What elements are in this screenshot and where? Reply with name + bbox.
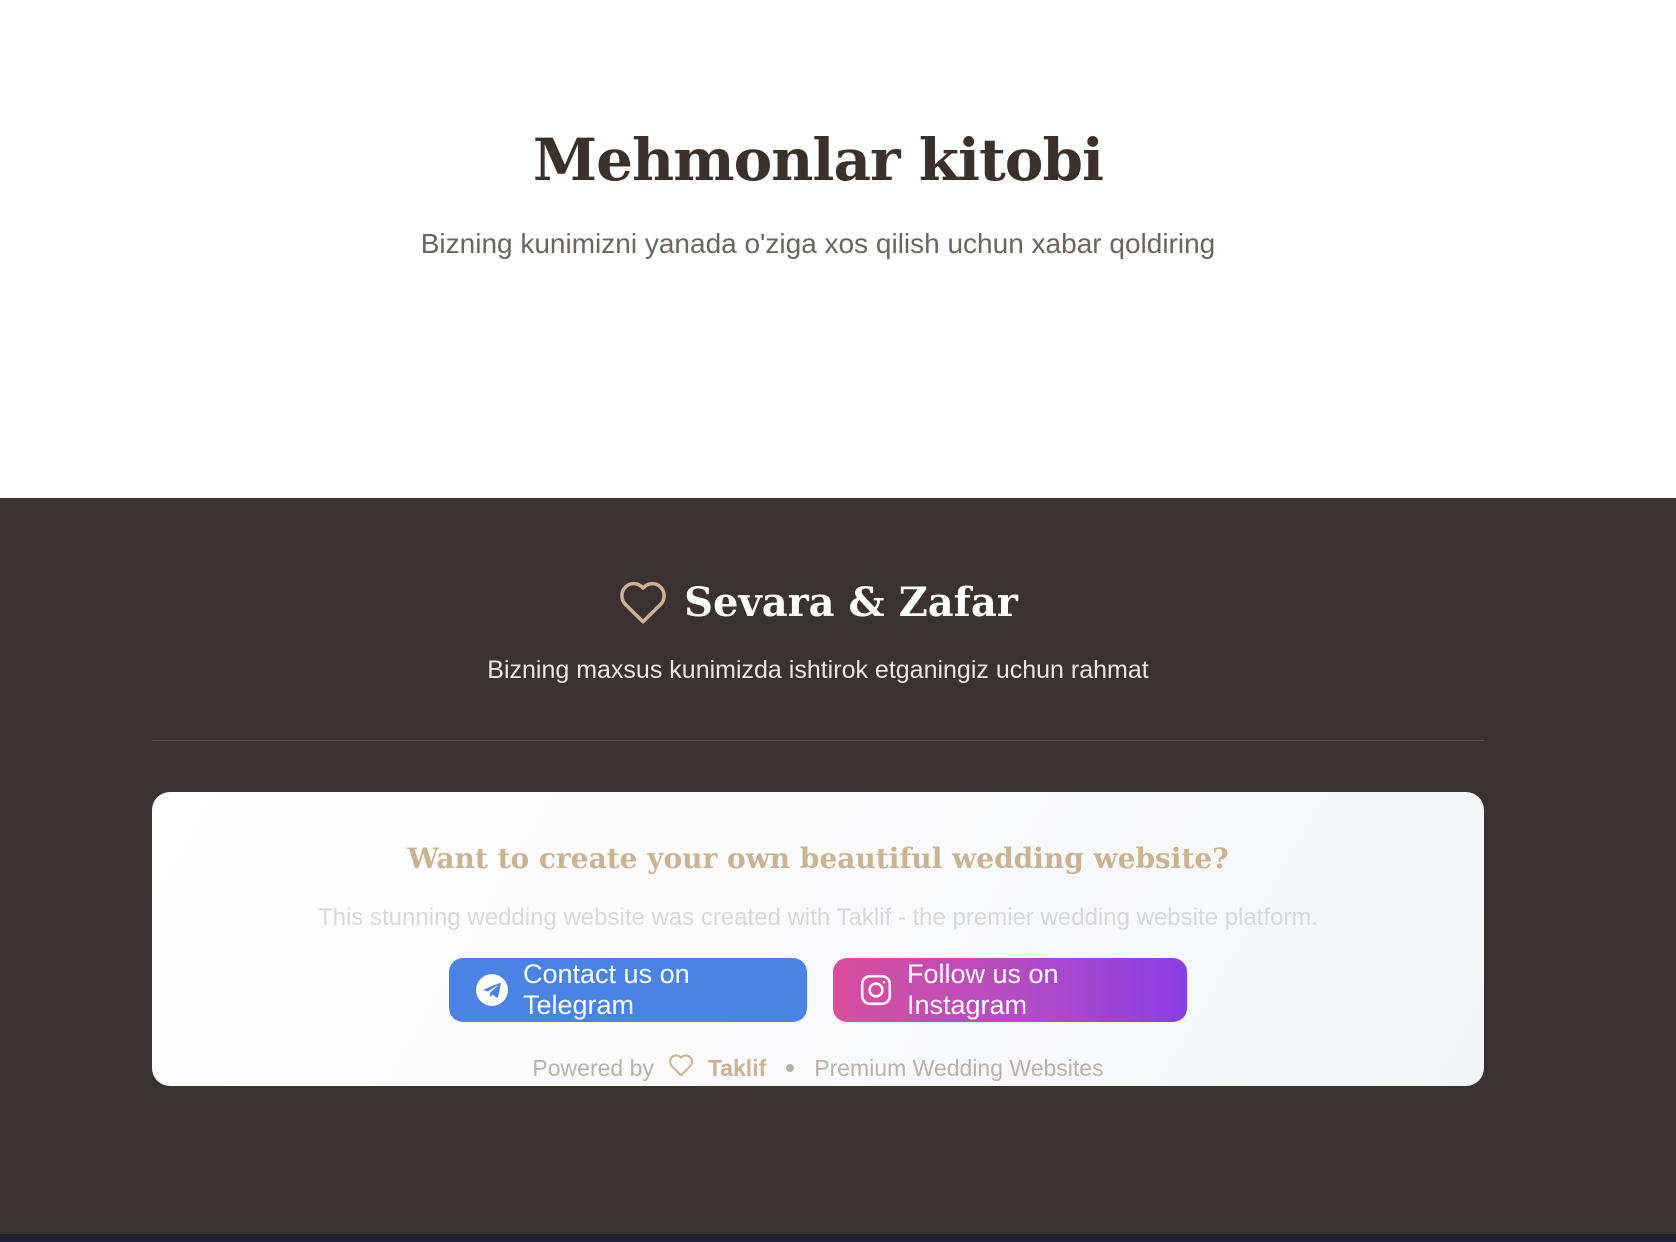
couple-header: Sevara & Zafar <box>0 574 1636 630</box>
promo-title: Want to create your own beautiful weddin… <box>407 842 1229 875</box>
powered-by-line: Powered by Taklif Premium Wedding Websit… <box>0 1046 1636 1090</box>
footer-divider <box>152 740 1484 741</box>
site-footer: Sevara & Zafar Bizning maxsus kunimizda … <box>0 498 1676 1234</box>
telegram-icon <box>475 973 509 1007</box>
telegram-button-label: Contact us on Telegram <box>523 959 690 1020</box>
promo-buttons: Contact us on Telegram Follow us on Inst… <box>152 958 1484 1022</box>
instagram-icon <box>859 973 893 1007</box>
promo-text: This stunning wedding website was create… <box>317 904 1319 931</box>
brand-heart-icon <box>668 1053 694 1083</box>
bottom-edge-strip <box>0 1234 1676 1242</box>
guestbook-section: Mehmonlar kitobi Bizning kunimizni yanad… <box>0 0 1676 498</box>
thank-you-message: Bizning maxsus kunimizda ishtirok etgani… <box>487 656 1149 684</box>
telegram-contact-button[interactable]: Contact us on Telegram <box>449 958 807 1022</box>
separator-dot <box>786 1064 795 1072</box>
promo-card: Want to create your own beautiful weddin… <box>152 792 1484 1086</box>
brand-name-link[interactable]: Taklif <box>708 1055 766 1082</box>
couple-name: Sevara & Zafar <box>684 578 1018 626</box>
powered-by-prefix: Powered by <box>532 1054 654 1081</box>
heart-outline-icon <box>618 579 668 625</box>
guestbook-title: Mehmonlar kitobi <box>532 126 1104 194</box>
guestbook-subtitle: Bizning kunimizni yanada o'ziga xos qili… <box>420 228 1216 259</box>
powered-tagline: Premium Wedding Websites <box>814 1054 1104 1081</box>
instagram-follow-button[interactable]: Follow us on Instagram <box>833 958 1187 1022</box>
instagram-button-label: Follow us on Instagram <box>907 959 1059 1020</box>
